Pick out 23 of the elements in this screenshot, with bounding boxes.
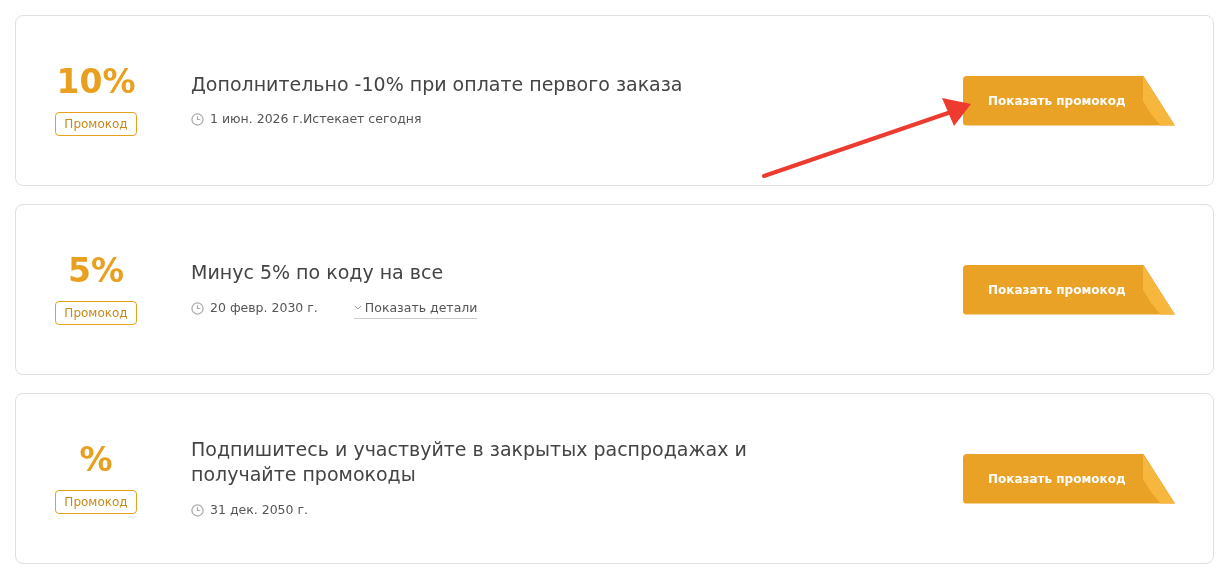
offer-title: Дополнительно -10% при оплате первого заказа xyxy=(191,71,684,97)
clock-icon xyxy=(191,113,204,127)
expiry-date: 1 июн. 2026 г.Истекает сегодня xyxy=(210,110,422,129)
discount-value: 10% xyxy=(56,65,136,98)
offer-title: Подпишитесь и участвуйте в закрытых распродажах и получайте промокоды xyxy=(191,437,748,487)
folded-corner-icon xyxy=(1141,264,1175,315)
folded-corner-icon xyxy=(1141,453,1175,504)
expiry-date: 31 дек. 2050 г. xyxy=(210,500,309,519)
promo-tag: Промокод xyxy=(55,301,137,325)
promo-tag: Промокод xyxy=(55,490,137,514)
show-code-button[interactable]: Показать промокод xyxy=(963,75,1175,126)
discount-value: 5% xyxy=(68,254,124,287)
details-link[interactable]: Показать детали xyxy=(353,298,478,319)
clock-icon xyxy=(191,503,204,517)
promo-tag: Промокод xyxy=(55,112,137,136)
offer-title: Минус 5% по коду на все xyxy=(191,260,445,285)
clock-icon xyxy=(191,302,204,316)
chevron-icon xyxy=(353,305,362,312)
expiry-date: 20 февр. 2030 г. xyxy=(210,299,318,318)
show-code-button[interactable]: Показать промокод xyxy=(963,264,1175,315)
show-code-button[interactable]: Показать промокод xyxy=(963,453,1175,504)
folded-corner-icon xyxy=(1141,75,1175,126)
discount-value: % xyxy=(79,443,113,476)
